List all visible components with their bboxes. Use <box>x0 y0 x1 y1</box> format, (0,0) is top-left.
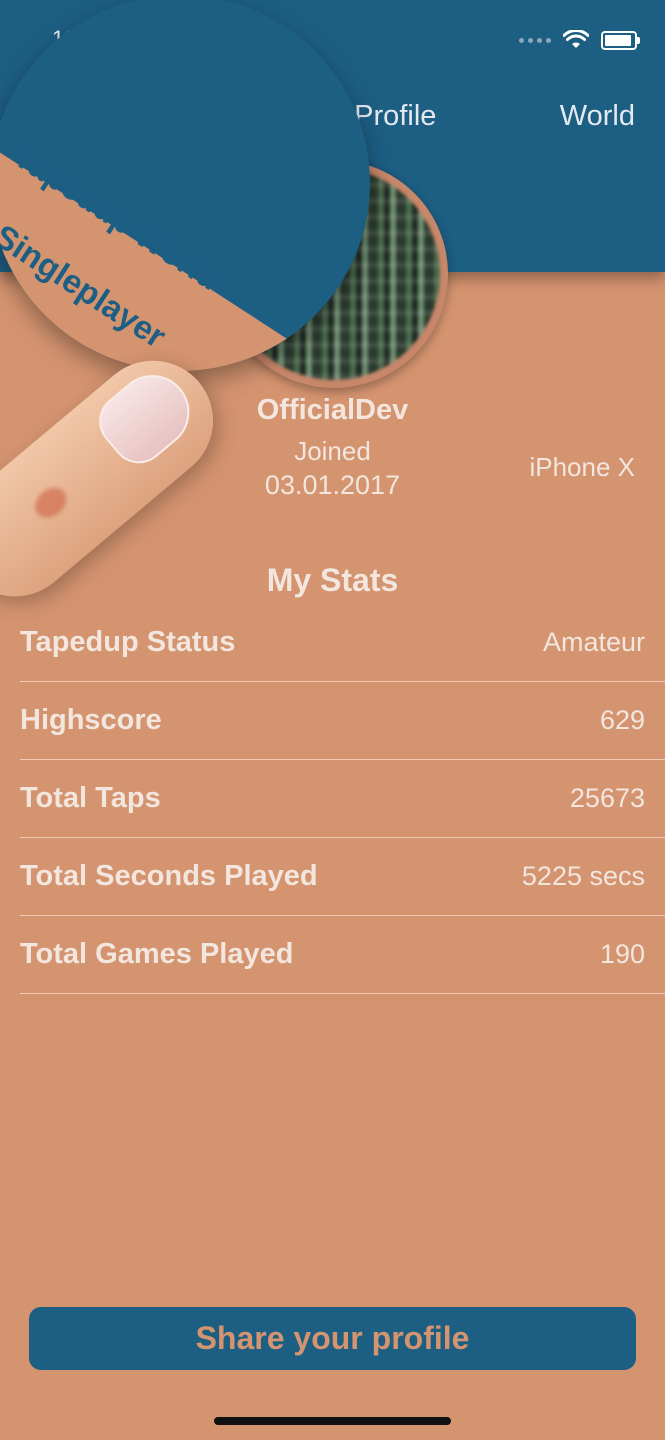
stat-row-status: Tapedup Status Amateur <box>20 604 665 682</box>
stat-value: 629 <box>599 705 645 735</box>
stat-row-highscore: Highscore 629 <box>20 682 665 760</box>
wifi-icon <box>563 30 589 48</box>
stat-value: Amateur <box>542 627 645 657</box>
stat-label: Total Seconds Played <box>20 860 318 892</box>
stat-row-total-taps: Total Taps 25673 <box>20 760 665 838</box>
stat-label: Total Taps <box>20 782 161 814</box>
username: OfficialDev <box>256 394 409 426</box>
status-icons <box>519 30 640 50</box>
stat-label: Highscore <box>20 704 162 736</box>
stats-title: My Stats <box>266 562 399 598</box>
device-label: iPhone X <box>529 452 635 482</box>
stat-value: 190 <box>599 939 645 969</box>
stat-row-seconds-played: Total Seconds Played 5225 secs <box>20 838 665 916</box>
stats-list: Tapedup Status Amateur Highscore 629 Tot… <box>20 604 665 994</box>
signal-icon <box>519 37 551 43</box>
stat-value: 5225 secs <box>521 861 645 891</box>
stat-label: Total Games Played <box>20 938 294 970</box>
share-profile-button[interactable]: Share your profile <box>29 1307 636 1370</box>
stat-value: 25673 <box>569 783 645 813</box>
stat-label: Tapedup Status <box>20 626 236 658</box>
home-indicator[interactable] <box>214 1417 451 1425</box>
battery-icon <box>601 30 640 50</box>
nav-world-tab[interactable]: World <box>560 100 635 133</box>
mode-menu-circle: Tapedup World Singleplayer <box>0 0 370 371</box>
stat-row-games-played: Total Games Played 190 <box>20 916 665 994</box>
